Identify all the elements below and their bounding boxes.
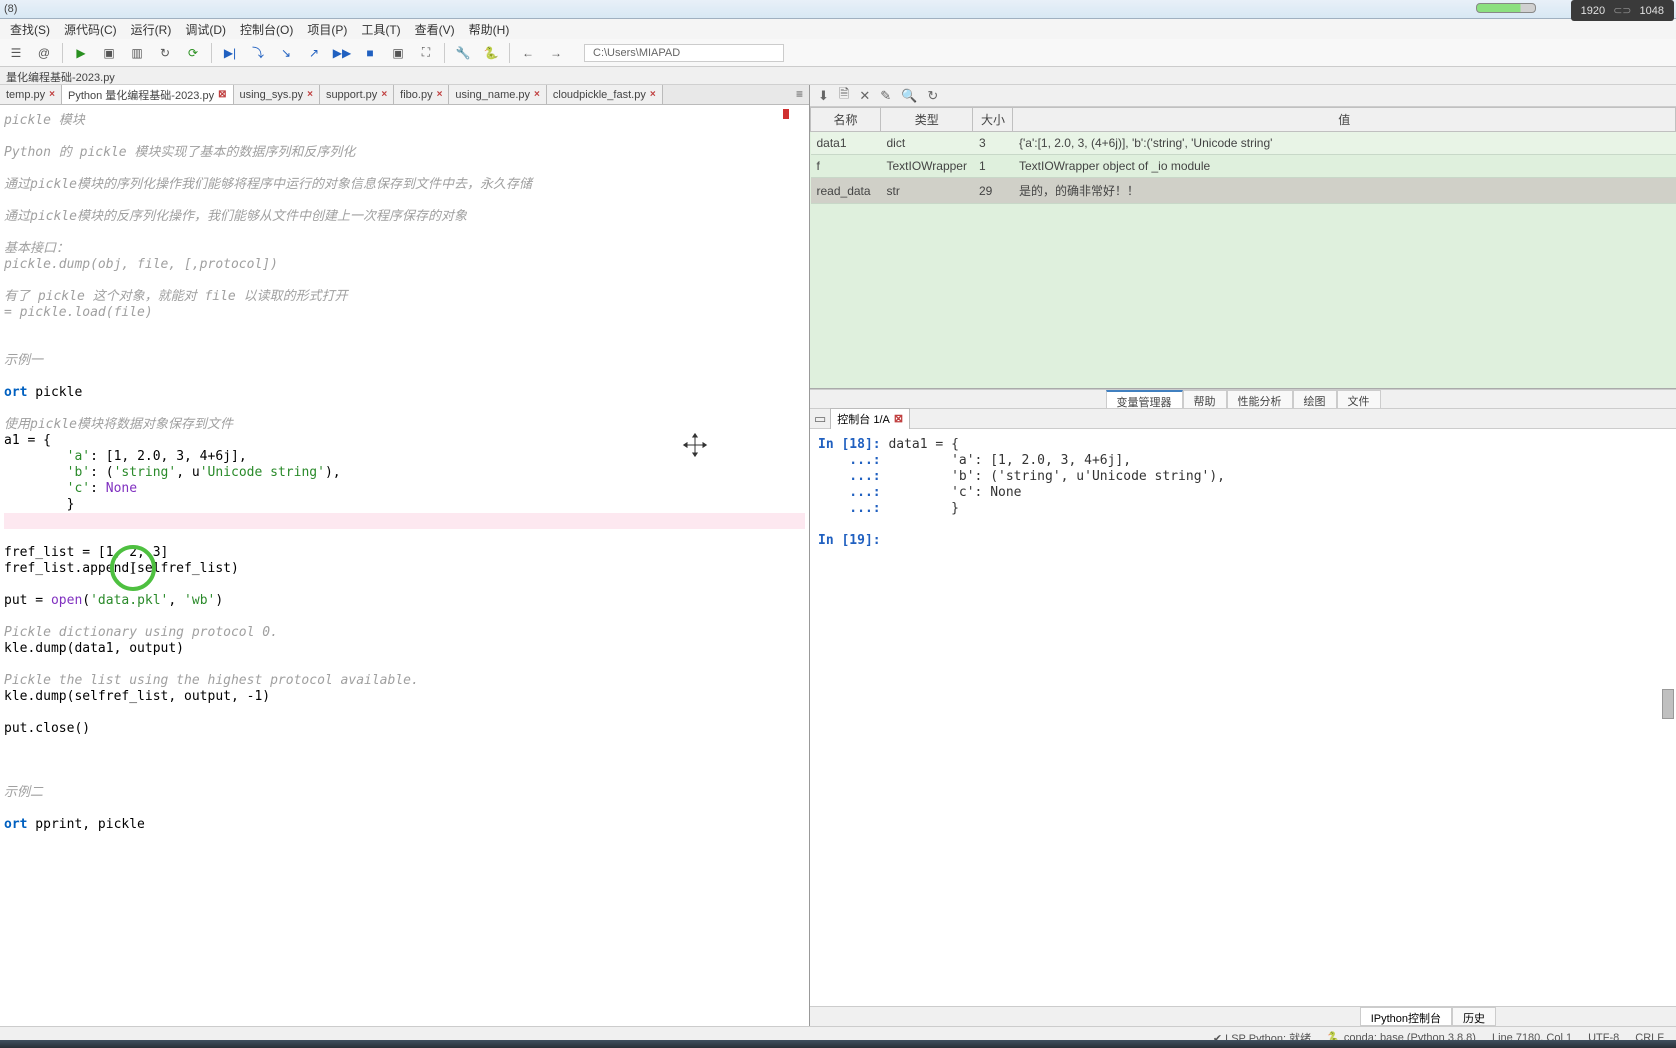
var-row[interactable]: data1dict3{'a':[1, 2.0, 3, (4+6j)], 'b':…: [811, 132, 1676, 155]
edit-icon[interactable]: ✎: [880, 88, 891, 104]
search-icon[interactable]: 🔍: [901, 88, 917, 104]
menu-view[interactable]: 查看(V): [409, 19, 461, 40]
continue-icon[interactable]: ▶▶: [332, 43, 352, 63]
progress-bar: [1476, 3, 1536, 13]
console-menu-icon[interactable]: ▭: [814, 411, 826, 427]
var-row[interactable]: fTextIOWrapper1TextIOWrapper object of _…: [811, 155, 1676, 178]
menu-search[interactable]: 查找(S): [4, 19, 56, 40]
tab-cloudpickle[interactable]: cloudpickle_fast.py×: [547, 85, 663, 104]
tab-fibo[interactable]: fibo.py×: [394, 85, 449, 104]
run-cell-advance-icon[interactable]: ▥: [127, 43, 147, 63]
menu-help[interactable]: 帮助(H): [463, 19, 516, 40]
error-marker-icon: [783, 109, 789, 119]
back-icon[interactable]: ←: [518, 43, 538, 63]
run-cell-icon[interactable]: ▣: [99, 43, 119, 63]
vars-toolbar: ⬇ 🗎 ✕ ✎ 🔍 ↻: [810, 85, 1676, 107]
code-editor[interactable]: pickle 模块 Python 的 pickle 模块实现了基本的数据序列和反…: [0, 105, 809, 1026]
close-icon[interactable]: ×: [307, 89, 313, 100]
tab-ipython[interactable]: IPython控制台: [1360, 1007, 1452, 1026]
close-icon[interactable]: ×: [437, 89, 443, 100]
tab-files[interactable]: 文件: [1337, 390, 1381, 408]
breadcrumb: 量化编程基础-2023.py: [0, 67, 1676, 85]
debug-icon[interactable]: ▶|: [220, 43, 240, 63]
delete-icon[interactable]: ✕: [859, 88, 870, 104]
var-row[interactable]: read_datastr29是的，的确非常好！！: [811, 178, 1676, 204]
dimension-badge: 1920 ⊂⊃ 1048: [1571, 0, 1674, 21]
tab-profiler[interactable]: 性能分析: [1227, 390, 1293, 408]
tab-support[interactable]: support.py×: [320, 85, 394, 104]
menu-debug[interactable]: 调试(D): [179, 19, 232, 40]
stop-debug-icon[interactable]: ■: [360, 43, 380, 63]
tab-temp[interactable]: temp.py×: [0, 85, 62, 104]
right-pane-tabs: 变量管理器 帮助 性能分析 绘图 文件: [810, 389, 1676, 409]
menu-run[interactable]: 运行(R): [125, 19, 178, 40]
variable-explorer[interactable]: 名称 类型 大小 值 data1dict3{'a':[1, 2.0, 3, (4…: [810, 107, 1676, 389]
python-icon[interactable]: 🐍: [481, 43, 501, 63]
close-icon[interactable]: ×: [49, 89, 55, 100]
ipython-console[interactable]: In [18]: data1 = { ...: 'a': [1, 2.0, 3,…: [810, 429, 1676, 1006]
col-size[interactable]: 大小: [973, 108, 1013, 132]
link-icon: ⊂⊃: [1613, 4, 1631, 17]
forward-icon[interactable]: →: [546, 43, 566, 63]
refresh-icon[interactable]: ↻: [927, 88, 938, 104]
step-over-icon[interactable]: ⤵: [248, 43, 268, 63]
toolbar: ☰ @ ▶ ▣ ▥ ↻ ⟳ ▶| ⤵ ↘ ↗ ▶▶ ■ ▣ ⛶ 🔧 🐍 ← → …: [0, 39, 1676, 67]
taskbar: [0, 1040, 1676, 1048]
console-tab[interactable]: 控制台 1/A ⊠: [830, 408, 910, 430]
tab-menu-icon[interactable]: ≡: [790, 85, 809, 104]
close-icon[interactable]: ⊠: [218, 89, 226, 100]
close-icon[interactable]: ⊠: [894, 412, 903, 425]
right-pane: ⬇ 🗎 ✕ ✎ 🔍 ↻ 名称 类型 大小 值 data1dict3{'a':[1…: [810, 85, 1676, 1026]
tab-vars[interactable]: 变量管理器: [1106, 390, 1183, 408]
at-icon[interactable]: @: [34, 43, 54, 63]
save-data-icon[interactable]: 🗎: [839, 85, 849, 107]
console-bottom-tabs: IPython控制台 历史: [810, 1006, 1676, 1026]
editor-pane: temp.py× Python 量化编程基础-2023.py⊠ using_sy…: [0, 85, 810, 1026]
run-icon[interactable]: ▶: [71, 43, 91, 63]
menu-tools[interactable]: 工具(T): [355, 19, 406, 40]
run-selection-icon[interactable]: ↻: [155, 43, 175, 63]
menu-project[interactable]: 项目(P): [301, 19, 353, 40]
col-name[interactable]: 名称: [811, 108, 881, 132]
close-icon[interactable]: ×: [381, 89, 387, 100]
debug-file-icon[interactable]: ▣: [388, 43, 408, 63]
tab-history[interactable]: 历史: [1452, 1007, 1496, 1026]
import-data-icon[interactable]: ⬇: [818, 88, 829, 104]
titlebar: (8) 1920 ⊂⊃ 1048: [0, 0, 1676, 19]
tab-using-sys[interactable]: using_sys.py×: [234, 85, 320, 104]
wrench-icon[interactable]: 🔧: [453, 43, 473, 63]
menu-source[interactable]: 源代码(C): [58, 19, 123, 40]
step-in-icon[interactable]: ↘: [276, 43, 296, 63]
scrollbar-thumb[interactable]: [1662, 689, 1674, 719]
rerun-icon[interactable]: ⟳: [183, 43, 203, 63]
tab-main[interactable]: Python 量化编程基础-2023.py⊠: [62, 85, 234, 104]
menu-console[interactable]: 控制台(O): [234, 19, 299, 40]
tab-using-name[interactable]: using_name.py×: [449, 85, 546, 104]
maximize-icon[interactable]: ⛶: [416, 43, 436, 63]
outline-icon[interactable]: ☰: [6, 43, 26, 63]
console-tabs: ▭ 控制台 1/A ⊠: [810, 409, 1676, 429]
col-type[interactable]: 类型: [881, 108, 973, 132]
editor-tabs: temp.py× Python 量化编程基础-2023.py⊠ using_sy…: [0, 85, 809, 105]
close-icon[interactable]: ×: [650, 89, 656, 100]
tab-plots[interactable]: 绘图: [1293, 390, 1337, 408]
col-value[interactable]: 值: [1013, 108, 1676, 132]
menubar[interactable]: 查找(S) 源代码(C) 运行(R) 调试(D) 控制台(O) 项目(P) 工具…: [0, 19, 1676, 39]
step-out-icon[interactable]: ↗: [304, 43, 324, 63]
close-icon[interactable]: ×: [534, 89, 540, 100]
title-text: (8): [4, 3, 17, 15]
path-field[interactable]: C:\Users\MIAPAD: [584, 44, 784, 62]
tab-help[interactable]: 帮助: [1183, 390, 1227, 408]
